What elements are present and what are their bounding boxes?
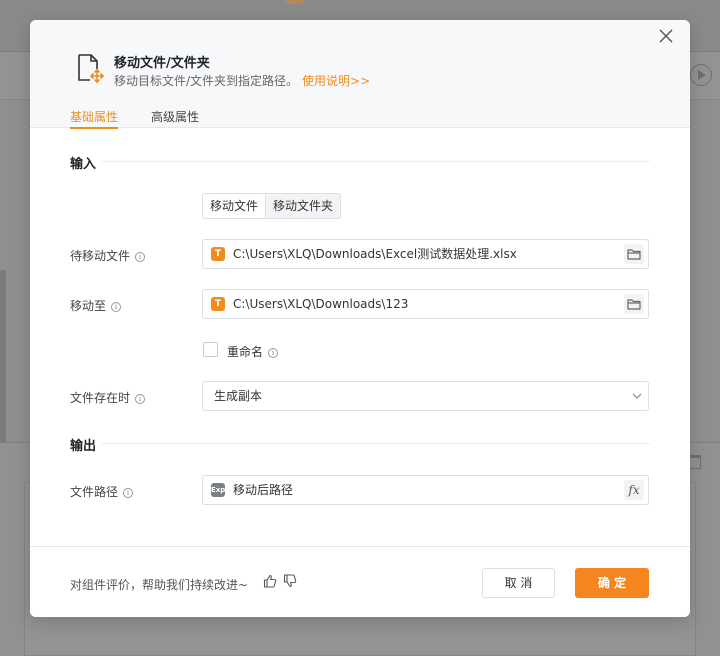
file-path-label-text: 文件路径 <box>70 485 119 499</box>
info-icon[interactable]: i <box>268 348 279 358</box>
folder-icon <box>627 249 641 260</box>
thumbs-up-icon[interactable] <box>263 574 277 588</box>
text-variable-badge: T <box>211 247 225 261</box>
browse-source-button[interactable] <box>624 244 644 264</box>
file-path-value: 移动后路径 <box>233 483 294 497</box>
mode-move-file[interactable]: 移动文件 <box>203 194 267 218</box>
fx-expression-button[interactable]: fx <box>624 480 644 500</box>
input-section-title: 输入 <box>70 157 97 172</box>
rename-label: 重命名 i <box>227 343 279 360</box>
info-icon[interactable]: i <box>111 302 122 312</box>
move-file-icon <box>78 54 104 83</box>
cancel-button[interactable]: 取 消 <box>482 568 555 598</box>
dialog-description: 移动目标文件/文件夹到指定路径。 使用说明>> <box>114 72 370 89</box>
mode-move-folder[interactable]: 移动文件夹 <box>266 194 341 218</box>
dialog-title: 移动文件/文件夹 <box>114 56 210 71</box>
on-exists-label: 文件存在时 i <box>70 389 146 406</box>
section-divider <box>102 443 650 444</box>
dialog-footer: 对组件评价，帮助我们持续改进~ 取 消 确 定 <box>30 546 690 617</box>
dialog-header: 移动文件/文件夹 移动目标文件/文件夹到指定路径。 使用说明>> 基础属性 高级属… <box>30 20 690 129</box>
info-icon[interactable]: i <box>123 488 134 498</box>
destination-label-text: 移动至 <box>70 299 107 313</box>
on-exists-label-text: 文件存在时 <box>70 391 131 405</box>
output-section-title: 输出 <box>70 439 97 454</box>
browse-destination-button[interactable] <box>624 294 644 314</box>
source-file-value: C:\Users\XLQ\Downloads\Excel测试数据处理.xlsx <box>233 247 517 261</box>
destination-value: C:\Users\XLQ\Downloads\123 <box>233 297 409 311</box>
on-exists-select[interactable]: 生成副本 <box>202 381 649 411</box>
rename-checkbox[interactable] <box>203 342 218 357</box>
folder-icon <box>627 299 641 310</box>
destination-label: 移动至 i <box>70 297 122 314</box>
move-file-dialog: 移动文件/文件夹 移动目标文件/文件夹到指定路径。 使用说明>> 基础属性 高级属… <box>30 20 690 617</box>
confirm-button[interactable]: 确 定 <box>575 568 649 598</box>
file-path-label: 文件路径 i <box>70 483 134 500</box>
tab-advanced-properties[interactable]: 高级属性 <box>151 108 199 125</box>
play-icon <box>690 64 712 86</box>
move-mode-switch: 移动文件 移动文件夹 <box>202 193 342 219</box>
source-file-label-text: 待移动文件 <box>70 249 131 263</box>
expression-variable-badge: Exp <box>211 483 225 497</box>
thumbs-down-icon[interactable] <box>283 574 297 588</box>
info-icon[interactable]: i <box>135 394 146 404</box>
section-divider <box>102 161 650 162</box>
close-icon[interactable] <box>656 26 676 46</box>
text-variable-badge: T <box>211 297 225 311</box>
destination-input[interactable]: T C:\Users\XLQ\Downloads\123 <box>202 289 649 319</box>
file-path-output[interactable]: Exp 移动后路径 fx <box>202 475 649 505</box>
info-icon[interactable]: i <box>135 252 146 262</box>
chevron-down-icon <box>632 393 642 399</box>
feedback-text: 对组件评价，帮助我们持续改进~ <box>70 578 249 592</box>
source-file-input[interactable]: T C:\Users\XLQ\Downloads\Excel测试数据处理.xls… <box>202 239 649 269</box>
tab-basic-properties[interactable]: 基础属性 <box>70 108 119 129</box>
rename-label-text: 重命名 <box>227 345 264 359</box>
on-exists-value: 生成副本 <box>214 389 263 403</box>
description-text: 移动目标文件/文件夹到指定路径。 <box>114 74 299 88</box>
help-link[interactable]: 使用说明>> <box>302 74 370 88</box>
source-file-label: 待移动文件 i <box>70 247 146 264</box>
background-accent <box>286 0 304 4</box>
trash-icon <box>689 455 701 469</box>
